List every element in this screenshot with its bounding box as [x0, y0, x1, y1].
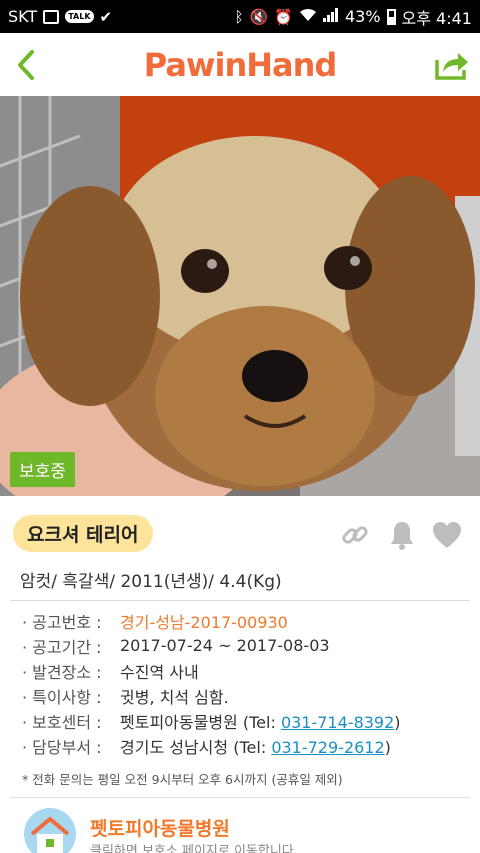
period-label: 공고기간 :: [22, 634, 120, 658]
contact-note: * 전화 문의는 평일 오전 9시부터 오후 6시까지 (공휴일 제외): [22, 772, 343, 787]
hospital-name: 펫토피아동물병원: [90, 818, 230, 840]
logo-text: PawinHand: [143, 45, 338, 84]
notification-button[interactable]: [387, 520, 417, 550]
center-name: 펫토피아동물병원: [120, 712, 238, 732]
hospital-desc: 클릭하면 보호소 페이지로 이동합니다: [90, 844, 294, 853]
status-left: SKT TALK ✔: [8, 7, 112, 26]
share-icon: [435, 53, 468, 80]
notice-no-value: 경기-성남-2017-00930: [120, 612, 288, 632]
battery-icon: [386, 8, 396, 25]
bell-icon: [391, 522, 413, 550]
clock: 오후 4:41: [401, 8, 472, 28]
dept-value: 경기도 성남시청 (Tel: 031-729-2612): [120, 734, 391, 758]
status-right: ᛒ 🔇 ⏰ 43% 오후 4:41: [235, 5, 472, 29]
favorite-button[interactable]: [432, 520, 462, 550]
dept-tel-prefix: (Tel:: [233, 737, 267, 757]
hospital-house-icon: [24, 808, 76, 853]
detail-row-special: 특이사항 : 귓병, 치석 심함.: [22, 683, 472, 708]
detail-row-period: 공고기간 : 2017-07-24 ~ 2017-08-03: [22, 633, 472, 658]
notice-no-label: 공고번호 :: [22, 609, 120, 633]
breed-label: 요크셔 테리어: [13, 515, 153, 552]
image-notification-icon: [43, 9, 60, 24]
detail-row-found: 발견장소 : 수진역 사내: [22, 658, 472, 683]
center-label: 보호센터 :: [22, 709, 120, 733]
dept-tel-link[interactable]: 031-729-2612: [271, 738, 384, 757]
dept-tel-suffix: ): [384, 737, 391, 757]
link-icon: [342, 526, 368, 544]
detail-row-center: 보호센터 : 펫토피아동물병원 (Tel: 031-714-8392): [22, 708, 472, 733]
center-tel-suffix: ): [394, 712, 401, 732]
period-value: 2017-07-24 ~ 2017-08-03: [120, 636, 330, 655]
special-value: 귓병, 치석 심함.: [120, 687, 229, 707]
animal-photo[interactable]: [0, 96, 480, 496]
heart-icon: [433, 522, 461, 548]
divider: [10, 600, 470, 601]
battery-percent: 43%: [344, 7, 381, 26]
shelter-link[interactable]: 펫토피아동물병원 클릭하면 보호소 페이지로 이동합니다: [0, 800, 480, 853]
chevron-left-icon: [18, 50, 34, 80]
center-tel-link[interactable]: 031-714-8392: [281, 713, 394, 732]
found-label: 발견장소 :: [22, 659, 120, 683]
app-header: PawinHand: [0, 33, 480, 96]
breed-text: 요크셔 테리어: [27, 524, 139, 546]
dept-name: 경기도 성남시청: [120, 737, 229, 757]
wifi-icon: [299, 8, 317, 26]
status-badge: 보호중: [10, 452, 75, 487]
center-value: 펫토피아동물병원 (Tel: 031-714-8392): [120, 709, 401, 733]
copy-link-button[interactable]: [340, 520, 370, 550]
divider: [10, 797, 470, 798]
share-button[interactable]: [432, 45, 472, 85]
center-tel-prefix: (Tel:: [242, 712, 276, 732]
carrier-label: SKT: [8, 7, 38, 26]
special-label: 특이사항 :: [22, 684, 120, 708]
app-logo: PawinHand: [143, 45, 338, 84]
alarm-icon: ⏰: [274, 7, 293, 26]
talk-notification-icon: TALK: [65, 10, 94, 23]
bluetooth-icon: ᛒ: [234, 7, 244, 26]
found-value: 수진역 사내: [120, 662, 199, 682]
message-notification-icon: ✔: [99, 7, 113, 26]
signal-icon: [322, 7, 339, 26]
detail-row-notice-no: 공고번호 : 경기-성남-2017-00930: [22, 608, 472, 633]
mute-icon: 🔇: [249, 7, 269, 26]
back-button[interactable]: [6, 43, 46, 87]
dog-photo-illustration: [0, 96, 480, 496]
animal-summary: 암컷/ 흑갈색/ 2011(년생)/ 4.4(Kg): [20, 572, 282, 592]
notice-details: 공고번호 : 경기-성남-2017-00930 공고기간 : 2017-07-2…: [22, 608, 472, 758]
status-bar: SKT TALK ✔ ᛒ 🔇 ⏰ 43% 오후 4:41: [0, 0, 480, 33]
detail-row-dept: 담당부서 : 경기도 성남시청 (Tel: 031-729-2612): [22, 733, 472, 758]
dept-label: 담당부서 :: [22, 734, 120, 758]
